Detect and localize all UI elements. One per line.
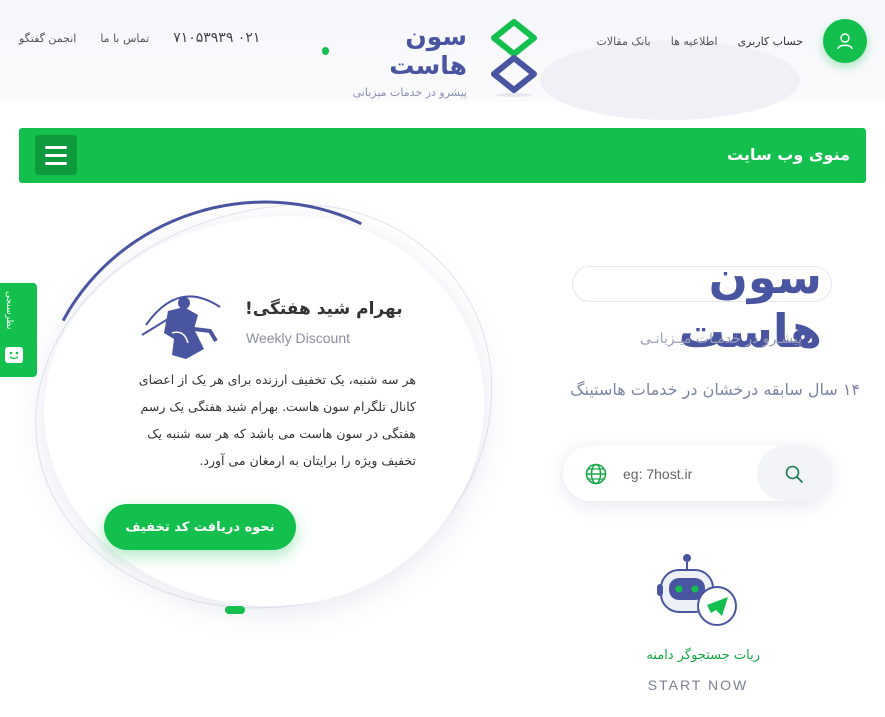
card-body: هر سه شنبه، یک تخفیف ارزنده برای هر یک ا… bbox=[138, 372, 416, 468]
header-utility-links: ۰۲۱ ۷۱۰۵۳۹۳۹ تماس با ما انجمن گفتگو bbox=[19, 30, 260, 46]
search-icon bbox=[785, 465, 803, 483]
news-link[interactable]: اطلاعیه ها bbox=[671, 35, 718, 48]
site-menu-bar[interactable]: منوی وب سایت bbox=[19, 128, 866, 183]
discount-howto-button[interactable]: نحوه دریافت کد تخفیف bbox=[104, 504, 296, 550]
user-icon bbox=[837, 33, 853, 50]
robot-icon[interactable] bbox=[655, 552, 739, 628]
contact-link[interactable]: تماس با ما bbox=[100, 32, 149, 45]
phone-number[interactable]: ۰۲۱ ۷۱۰۵۳۹۳۹ bbox=[173, 30, 260, 46]
brand-name: سون هاست bbox=[389, 22, 467, 80]
forum-link[interactable]: انجمن گفتگو bbox=[19, 32, 76, 45]
smile-icon bbox=[5, 347, 23, 363]
survey-tab-label: نظرسنجی bbox=[4, 291, 14, 330]
slider-dot-active[interactable] bbox=[225, 606, 245, 614]
brand-name-row: سون هاست bbox=[322, 22, 467, 80]
survey-tab[interactable]: نظرسنجی bbox=[0, 283, 37, 377]
hamburger-icon[interactable] bbox=[35, 135, 77, 175]
account-link[interactable]: حساب کاربری bbox=[738, 35, 803, 48]
card-title: بهرام شید هفتگی! bbox=[245, 299, 403, 319]
bahram-archer-icon bbox=[141, 295, 221, 359]
start-now-link[interactable]: START NOW bbox=[620, 677, 776, 693]
brand-tagline: پیشرو در خدمات میزبانی bbox=[352, 86, 467, 99]
user-button[interactable] bbox=[823, 19, 867, 63]
articles-link[interactable]: بانک مقالات bbox=[596, 35, 650, 48]
brand-dot-icon bbox=[322, 47, 330, 55]
card-subtitle: Weekly Discount bbox=[246, 330, 351, 346]
menu-title: منوی وب سایت bbox=[727, 145, 850, 164]
logo-icon[interactable] bbox=[486, 18, 542, 98]
domain-search-box bbox=[563, 446, 831, 501]
domain-search-input[interactable] bbox=[623, 462, 743, 486]
hero-tagline: پیشـرو در خدمـات میـزبانـی bbox=[640, 331, 802, 347]
domain-bot-label: ربات جستجوگر دامنه bbox=[646, 648, 760, 663]
brand-block[interactable]: سون هاست پیشرو در خدمات میزبانی bbox=[322, 22, 467, 99]
globe-icon bbox=[585, 463, 607, 485]
domain-search-button[interactable] bbox=[757, 446, 831, 501]
hero-experience: ۱۴ سال سابقه درخشان در خدمات هاستینگ bbox=[570, 380, 860, 399]
header-main-links: بانک مقالات اطلاعیه ها حساب کاربری bbox=[596, 19, 867, 63]
